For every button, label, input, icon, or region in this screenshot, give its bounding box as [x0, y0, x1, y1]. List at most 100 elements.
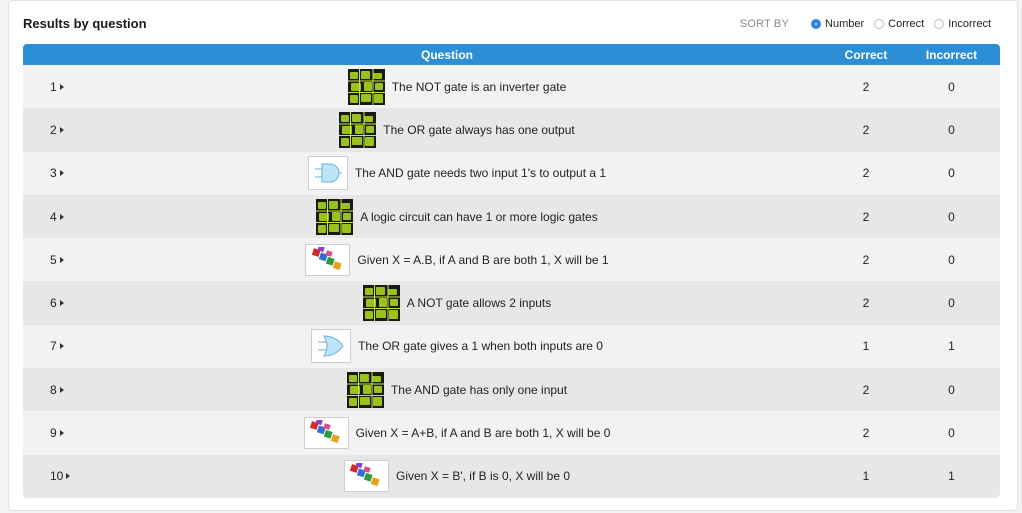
question-text: Given X = A.B, if A and B are both 1, X … [357, 252, 609, 267]
circuit-board-icon [347, 68, 385, 105]
question-number[interactable]: 8 [23, 383, 85, 397]
expand-caret-icon[interactable] [59, 430, 64, 437]
table-body: 1 The NOT gate is an inverter gate 2 0 2 The … [23, 65, 1000, 498]
sort-option-incorrect[interactable]: Incorrect [934, 18, 991, 30]
correct-count: 2 [862, 426, 870, 441]
question-text: The AND gate needs two input 1's to outp… [354, 166, 607, 181]
question-number-label: 1 [50, 79, 57, 94]
question-cell: Given X = A+B, if A and B are both 1, X … [85, 417, 829, 450]
logic-blocks-icon [305, 243, 351, 276]
question-cell: The AND gate has only one input [85, 371, 829, 408]
results-panel: Results by question SORT BY Number Corre… [8, 0, 1018, 511]
question-text: A NOT gate allows 2 inputs [406, 296, 552, 311]
expand-caret-icon[interactable] [59, 343, 64, 350]
expand-caret-icon[interactable] [59, 386, 64, 393]
question-number-label: 4 [50, 209, 57, 224]
correct-count: 2 [862, 122, 870, 137]
correct-count: 2 [862, 382, 870, 397]
incorrect-count: 0 [948, 252, 955, 267]
incorrect-count: 0 [948, 122, 955, 137]
sort-option-label: Number [825, 18, 865, 30]
table-row[interactable]: 3 The AND gate needs two input 1's to out… [23, 151, 1000, 195]
sort-option-correct[interactable]: Correct [874, 18, 924, 30]
question-text: The AND gate has only one input [390, 382, 568, 397]
table-row[interactable]: 10 Given X = B', if B is 0, X will be 0 1 1 [23, 454, 1000, 498]
question-cell: The NOT gate is an inverter gate [85, 68, 829, 105]
question-text: Given X = A+B, if A and B are both 1, X … [355, 426, 611, 441]
incorrect-count: 0 [948, 166, 955, 181]
question-cell: A logic circuit can have 1 or more logic… [85, 198, 829, 235]
table-header: Question Correct Incorrect [23, 44, 1000, 65]
incorrect-count: 0 [948, 209, 955, 224]
expand-caret-icon[interactable] [59, 170, 64, 177]
expand-caret-icon[interactable] [59, 126, 64, 133]
or-gate-icon [311, 329, 352, 364]
incorrect-count: 1 [948, 469, 955, 484]
sort-option-label: Incorrect [948, 18, 991, 30]
question-number[interactable]: 5 [23, 253, 85, 267]
question-text: The OR gate always has one output [383, 122, 575, 137]
question-cell: The OR gate gives a 1 when both inputs a… [85, 329, 829, 364]
expand-caret-icon[interactable] [59, 300, 64, 307]
question-cell: Given X = A.B, if A and B are both 1, X … [85, 243, 829, 276]
logic-blocks-icon [343, 460, 389, 493]
radio-icon[interactable] [811, 19, 822, 29]
logic-blocks-icon [303, 417, 349, 450]
column-header-question: Question [420, 47, 473, 62]
question-number-label: 10 [50, 469, 64, 484]
table-row[interactable]: 2 The OR gate always has one output 2 0 [23, 108, 1000, 152]
column-header-correct: Correct [844, 47, 888, 62]
question-number[interactable]: 7 [23, 339, 85, 353]
table-row[interactable]: 1 The NOT gate is an inverter gate 2 0 [23, 65, 1000, 109]
question-cell: A NOT gate allows 2 inputs [85, 285, 829, 322]
incorrect-count: 0 [948, 426, 955, 441]
correct-count: 2 [862, 296, 870, 311]
radio-icon[interactable] [874, 19, 885, 29]
question-number-label: 7 [50, 339, 57, 354]
table-row[interactable]: 8 The AND gate has only one input 2 0 [23, 368, 1000, 412]
sort-option-label: Correct [888, 18, 925, 30]
incorrect-count: 0 [948, 382, 955, 397]
correct-count: 1 [862, 469, 870, 484]
results-table: Question Correct Incorrect 1 The NOT gate… [23, 44, 1000, 498]
question-number[interactable]: 9 [23, 426, 85, 440]
table-row[interactable]: 7 The OR gate gives a 1 when both inputs … [23, 324, 1000, 369]
table-row[interactable]: 9 Given X = A+B, if A and B are both 1, X… [23, 411, 1000, 455]
question-number[interactable]: 10 [23, 469, 85, 483]
correct-count: 2 [862, 166, 870, 181]
correct-count: 1 [862, 339, 870, 354]
expand-caret-icon[interactable] [59, 256, 64, 263]
question-number-label: 2 [50, 122, 57, 137]
question-number[interactable]: 3 [23, 166, 85, 180]
question-number-label: 3 [50, 166, 57, 181]
column-header-incorrect: Incorrect [925, 47, 978, 62]
circuit-board-icon [316, 198, 354, 235]
circuit-board-icon [339, 111, 377, 148]
question-text: Given X = B', if B is 0, X will be 0 [395, 469, 571, 484]
question-number-label: 8 [50, 382, 57, 397]
expand-caret-icon[interactable] [59, 83, 64, 90]
and-gate-icon [307, 156, 348, 191]
expand-caret-icon[interactable] [59, 213, 64, 220]
incorrect-count: 0 [948, 296, 955, 311]
question-text: A logic circuit can have 1 or more logic… [360, 209, 598, 224]
question-number[interactable]: 2 [23, 123, 85, 137]
radio-icon[interactable] [934, 19, 945, 29]
table-row[interactable]: 4 A logic circuit can have 1 or more logi… [23, 194, 1000, 239]
question-number-label: 9 [50, 426, 57, 441]
question-text: The OR gate gives a 1 when both inputs a… [358, 339, 603, 354]
sort-by-label: SORT BY [739, 18, 790, 30]
question-cell: The AND gate needs two input 1's to outp… [85, 156, 829, 191]
incorrect-count: 1 [948, 339, 955, 354]
expand-caret-icon[interactable] [66, 473, 71, 480]
question-number-label: 6 [50, 296, 57, 311]
section-title: Results by question [23, 16, 147, 31]
sort-option-number[interactable]: Number [811, 18, 864, 30]
question-number[interactable]: 1 [23, 80, 85, 94]
table-row[interactable]: 5 Given X = A.B, if A and B are both 1, X… [23, 238, 1000, 282]
question-number[interactable]: 6 [23, 296, 85, 310]
question-number[interactable]: 4 [23, 210, 85, 224]
question-cell: The OR gate always has one output [85, 111, 829, 148]
table-row[interactable]: 6 A NOT gate allows 2 inputs 2 0 [23, 281, 1000, 325]
question-cell: Given X = B', if B is 0, X will be 0 [85, 460, 829, 493]
